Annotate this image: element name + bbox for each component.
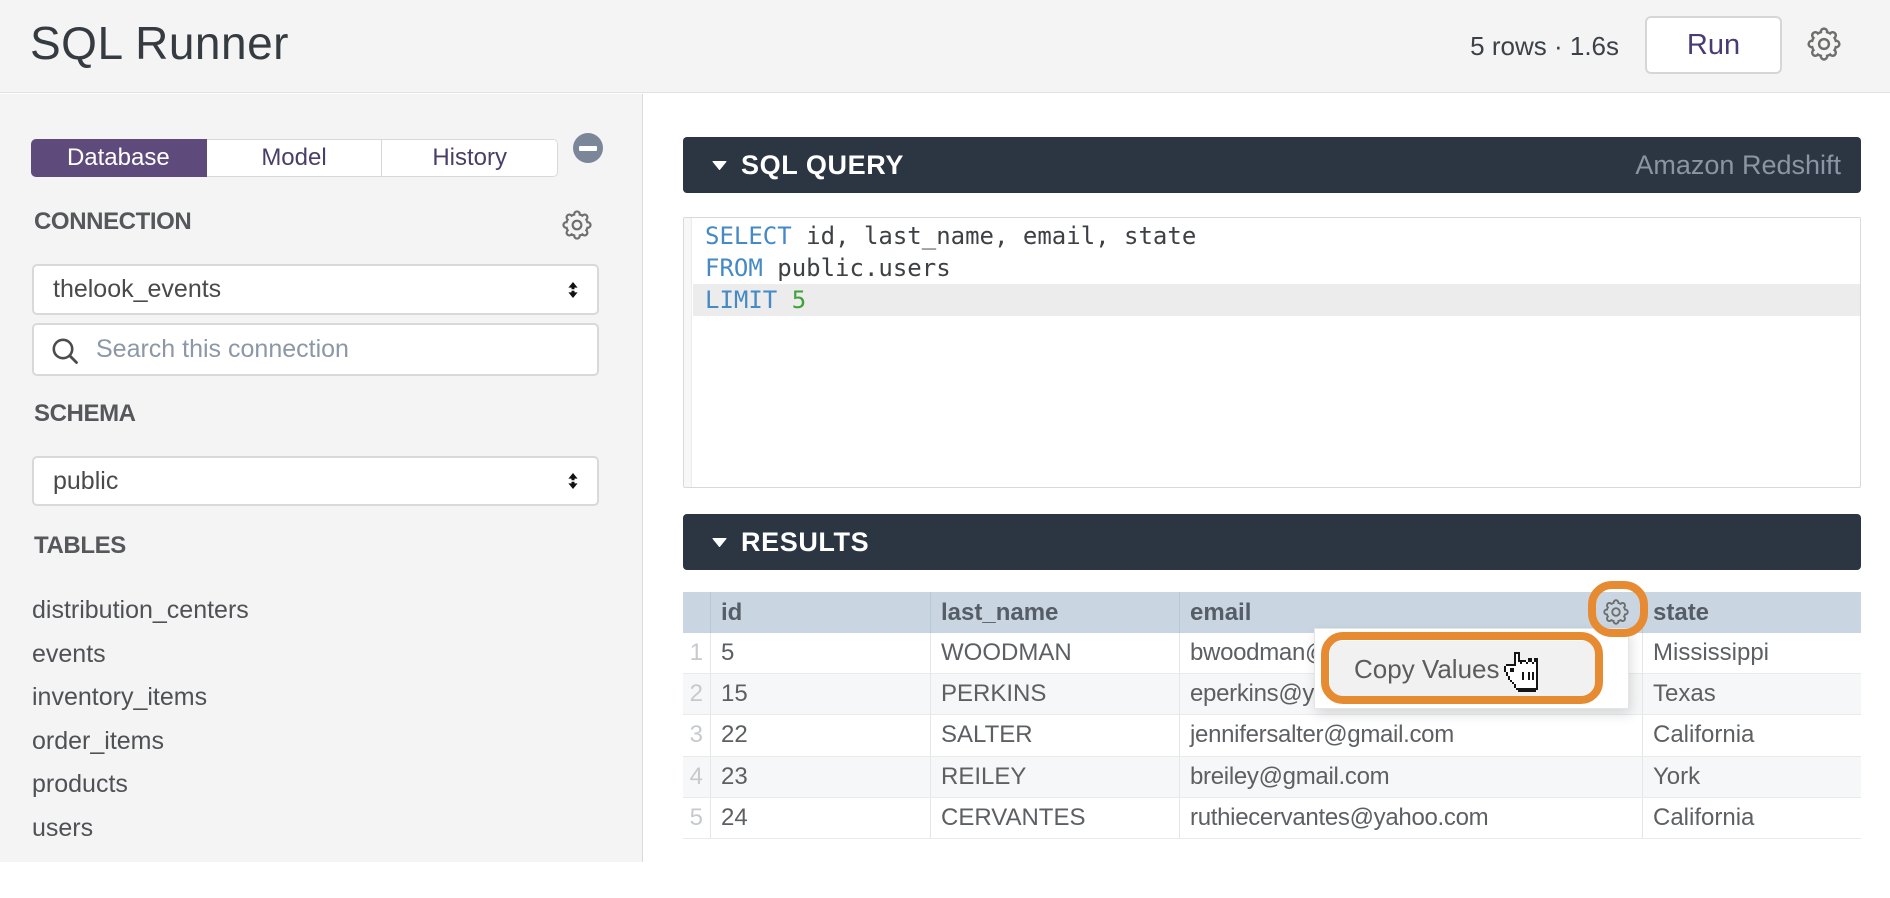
code-line: FROM public.users xyxy=(693,252,1860,284)
top-bar: SQL Runner 5 rows · 1.6s Run xyxy=(0,0,1890,93)
tab-model[interactable]: Model xyxy=(207,140,383,176)
tab-database[interactable]: Database xyxy=(31,139,207,177)
cell-state: California xyxy=(1642,798,1861,838)
row-number: 2 xyxy=(683,674,710,714)
results-table: idlast_nameemailstate 15WOODMANbwoodman@… xyxy=(683,592,1861,839)
sidebar-tabs: DatabaseModelHistory xyxy=(31,139,558,177)
column-header-id[interactable]: id xyxy=(710,592,930,633)
tables-list: distribution_centerseventsinventory_item… xyxy=(32,589,592,850)
sql-editor[interactable]: SELECT id, last_name, email, stateFROM p… xyxy=(683,217,1861,488)
updown-arrows-icon xyxy=(568,473,578,489)
cell-email: jennifersalter@gmail.com xyxy=(1179,715,1642,755)
search-icon xyxy=(52,338,79,365)
row-number: 3 xyxy=(683,715,710,755)
cell-id: 5 xyxy=(710,633,930,673)
row-number: 5 xyxy=(683,798,710,838)
column-header-last_name[interactable]: last_name xyxy=(930,592,1179,633)
cell-state: Texas xyxy=(1642,674,1861,714)
sql-runner-app: SQL Runner 5 rows · 1.6s Run DatabaseMod… xyxy=(0,0,1890,898)
cell-id: 24 xyxy=(710,798,930,838)
results-table-header: idlast_nameemailstate xyxy=(683,592,1861,633)
cell-last_name: WOODMAN xyxy=(930,633,1179,673)
code-token: FROM xyxy=(705,254,763,282)
schema-heading: SCHEMA xyxy=(34,400,136,428)
run-button[interactable]: Run xyxy=(1645,16,1782,74)
cell-state: York xyxy=(1642,757,1861,797)
table-list-item[interactable]: inventory_items xyxy=(32,676,592,720)
schema-select-value: public xyxy=(53,467,118,496)
column-header-state[interactable]: state xyxy=(1642,592,1861,633)
connection-heading: CONNECTION xyxy=(34,208,191,236)
code-token: public.users xyxy=(763,254,951,282)
editor-gutter xyxy=(684,218,692,487)
cell-email: ruthiecervantes@yahoo.com xyxy=(1179,798,1642,838)
tables-heading: TABLES xyxy=(34,532,126,560)
cell-last_name: CERVANTES xyxy=(930,798,1179,838)
sidebar: DatabaseModelHistory CONNECTION thelook_… xyxy=(0,94,643,862)
dialect-label: Amazon Redshift xyxy=(1635,150,1841,181)
table-row[interactable]: 15WOODMANbwoodman@Mississippi xyxy=(683,633,1861,674)
cell-last_name: SALTER xyxy=(930,715,1179,755)
table-list-item[interactable]: events xyxy=(32,633,592,677)
row-number: 4 xyxy=(683,757,710,797)
cell-email: breiley@gmail.com xyxy=(1179,757,1642,797)
sql-query-panel-title: SQL QUERY xyxy=(741,150,904,181)
code-line: SELECT id, last_name, email, state xyxy=(693,220,1860,252)
code-token: 5 xyxy=(792,286,806,314)
code-lines: SELECT id, last_name, email, stateFROM p… xyxy=(693,220,1860,316)
connection-select-value: thelook_events xyxy=(53,275,221,304)
hand-cursor-icon xyxy=(1504,650,1538,692)
minus-icon xyxy=(579,146,597,151)
code-token: LIMIT xyxy=(705,286,777,314)
code-token xyxy=(777,286,791,314)
schema-select[interactable]: public xyxy=(32,456,599,506)
results-panel-title: RESULTS xyxy=(741,527,869,558)
cell-last_name: PERKINS xyxy=(930,674,1179,714)
settings-gear-icon[interactable] xyxy=(1807,27,1841,61)
table-list-item[interactable]: users xyxy=(32,807,592,851)
table-list-item[interactable]: distribution_centers xyxy=(32,589,592,633)
updown-arrows-icon xyxy=(568,282,578,298)
table-row[interactable]: 322SALTERjennifersalter@gmail.comCalifor… xyxy=(683,715,1861,756)
caret-down-icon xyxy=(712,538,727,547)
table-list-item[interactable]: products xyxy=(32,763,592,807)
results-table-body: 15WOODMANbwoodman@Mississippi215PERKINSe… xyxy=(683,633,1861,839)
table-row[interactable]: 215PERKINSeperkins@yaTexas xyxy=(683,674,1861,715)
search-input[interactable] xyxy=(96,325,566,374)
sql-query-panel-header[interactable]: SQL QUERY Amazon Redshift xyxy=(683,137,1861,193)
code-token: id, last_name, email, state xyxy=(792,222,1197,250)
results-panel-header[interactable]: RESULTS xyxy=(683,514,1861,570)
row-number: 1 xyxy=(683,633,710,673)
header-corner-cell xyxy=(683,592,710,633)
table-row[interactable]: 423REILEYbreiley@gmail.comYork xyxy=(683,757,1861,798)
cell-last_name: REILEY xyxy=(930,757,1179,797)
code-token: SELECT xyxy=(705,222,792,250)
table-row[interactable]: 524CERVANTESruthiecervantes@yahoo.comCal… xyxy=(683,798,1861,839)
cell-state: Mississippi xyxy=(1642,633,1861,673)
cell-state: California xyxy=(1642,715,1861,755)
connection-gear-icon[interactable] xyxy=(562,210,592,240)
cell-id: 22 xyxy=(710,715,930,755)
column-header-email[interactable]: email xyxy=(1179,592,1642,633)
code-line: LIMIT 5 xyxy=(693,284,1860,316)
connection-select[interactable]: thelook_events xyxy=(32,264,599,315)
collapse-sidebar-button[interactable] xyxy=(573,133,603,163)
tab-history[interactable]: History xyxy=(382,140,557,176)
cell-id: 15 xyxy=(710,674,930,714)
caret-down-icon xyxy=(712,161,727,170)
query-status-text: 5 rows · 1.6s xyxy=(1470,31,1619,62)
connection-search-input[interactable] xyxy=(32,323,599,376)
page-title: SQL Runner xyxy=(30,16,289,70)
annotation-ring-gear xyxy=(1588,581,1648,637)
annotation-ring-copy-values xyxy=(1321,632,1603,704)
cell-id: 23 xyxy=(710,757,930,797)
table-list-item[interactable]: order_items xyxy=(32,720,592,764)
